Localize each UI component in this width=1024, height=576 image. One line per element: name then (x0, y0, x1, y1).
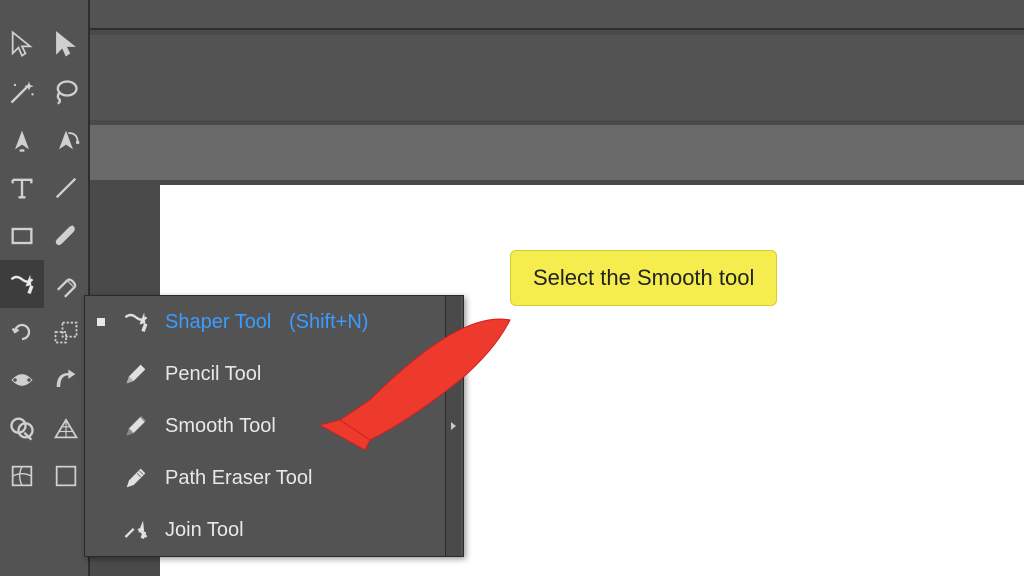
flyout-label: Smooth Tool (165, 415, 463, 438)
active-marker (97, 318, 105, 326)
pen-tool[interactable] (0, 116, 44, 164)
path-eraser-icon (119, 464, 153, 492)
window-titlebar (90, 0, 1024, 30)
flyout-label: Path Eraser Tool (165, 467, 463, 490)
lasso-tool[interactable] (44, 68, 88, 116)
control-panel (90, 35, 1024, 120)
flyout-item-shaper[interactable]: Shaper Tool (Shift+N) (85, 296, 463, 348)
instruction-callout: Select the Smooth tool (510, 250, 777, 306)
eraser-tool[interactable] (44, 260, 88, 308)
tools-panel (0, 0, 90, 576)
paintbrush-tool[interactable] (44, 212, 88, 260)
rectangle-tool[interactable] (0, 212, 44, 260)
join-icon (119, 516, 153, 544)
perspective-grid-tool[interactable] (44, 404, 88, 452)
flyout-label: Pencil Tool (165, 363, 463, 386)
flyout-item-join[interactable]: Join Tool (85, 504, 463, 556)
flyout-label: Shaper Tool (Shift+N) (165, 311, 463, 334)
direct-selection-tool[interactable] (44, 20, 88, 68)
shaper-tool-flyout: Shaper Tool (Shift+N) Pencil Tool Smooth… (84, 295, 464, 557)
document-tab-bar (90, 125, 1024, 180)
pencil-icon (119, 360, 153, 388)
free-transform-tool[interactable] (44, 356, 88, 404)
type-tool[interactable] (0, 164, 44, 212)
flyout-item-pencil[interactable]: Pencil Tool (85, 348, 463, 400)
shaper-icon (119, 308, 153, 336)
gradient-tool[interactable] (44, 452, 88, 500)
callout-text: Select the Smooth tool (533, 265, 754, 290)
smooth-icon (119, 412, 153, 440)
flyout-item-smooth[interactable]: Smooth Tool (85, 400, 463, 452)
shaper-tool[interactable] (0, 260, 44, 308)
flyout-tearoff-handle[interactable] (445, 296, 461, 556)
width-tool[interactable] (0, 356, 44, 404)
magic-wand-tool[interactable] (0, 68, 44, 116)
line-segment-tool[interactable] (44, 164, 88, 212)
flyout-item-path-eraser[interactable]: Path Eraser Tool (85, 452, 463, 504)
mesh-tool[interactable] (0, 452, 44, 500)
curvature-tool[interactable] (44, 116, 88, 164)
shape-builder-tool[interactable] (0, 404, 44, 452)
top-control-bar (90, 0, 1024, 180)
scale-tool[interactable] (44, 308, 88, 356)
flyout-label: Join Tool (165, 519, 463, 542)
selection-tool[interactable] (0, 20, 44, 68)
rotate-tool[interactable] (0, 308, 44, 356)
